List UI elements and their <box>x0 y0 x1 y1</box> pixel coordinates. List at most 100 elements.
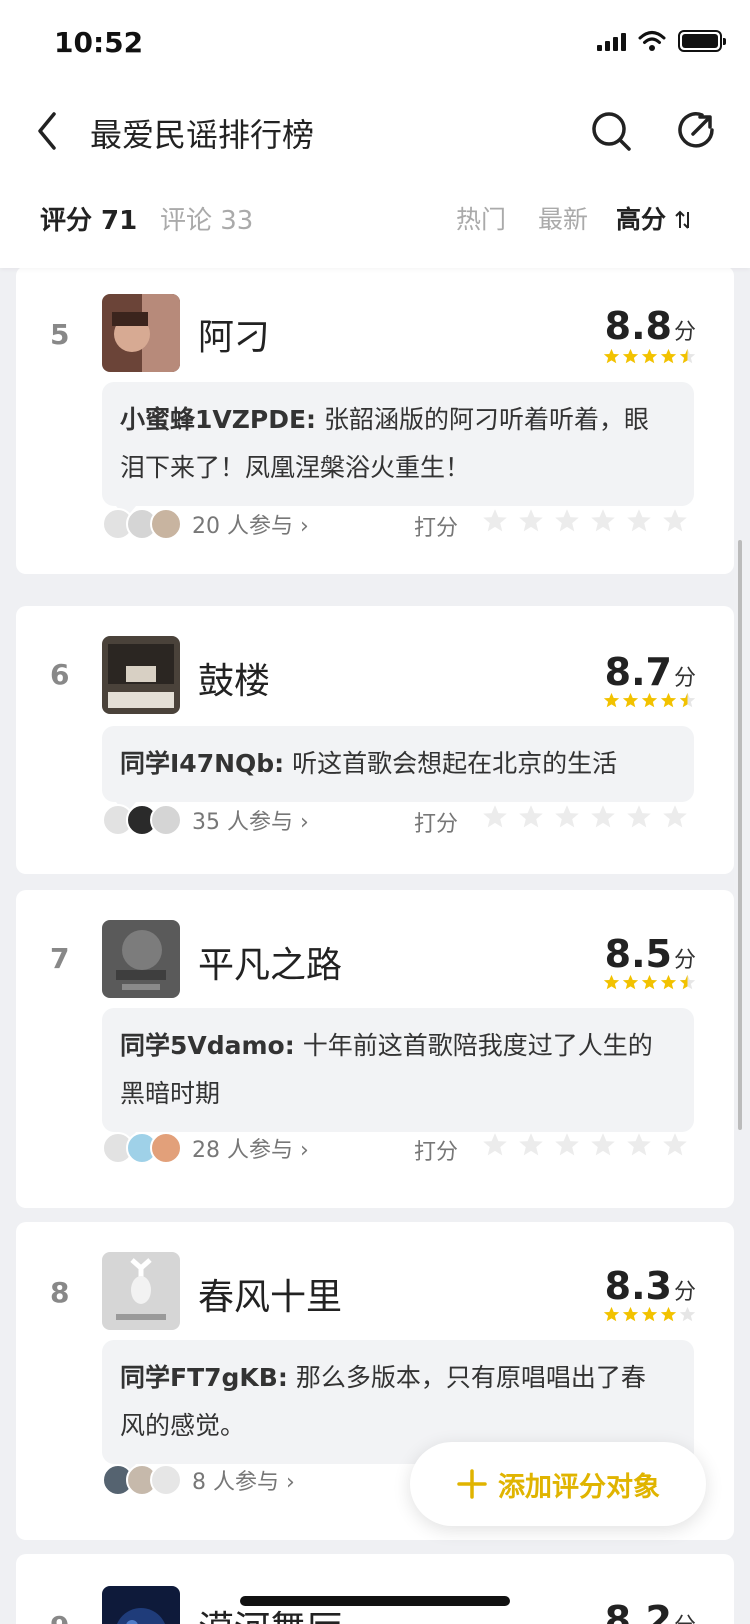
signal-icon <box>597 31 626 51</box>
rank-number: 8 <box>50 1276 70 1309</box>
star-half-icon <box>679 974 696 990</box>
comment-text: 听这首歌会想起在北京的生活 <box>292 749 618 778</box>
rank-number: 9 <box>50 1610 69 1624</box>
comment-text: 那么多版本，只有原唱唱出了春 <box>295 1363 646 1392</box>
rate-star-icon[interactable] <box>662 508 688 534</box>
rate-star-icon[interactable] <box>554 1132 580 1158</box>
star-half-icon <box>679 348 696 364</box>
star-full-icon <box>603 1306 620 1322</box>
album-cover[interactable] <box>102 920 180 998</box>
star-full-icon <box>641 1306 658 1322</box>
rate-star-icon[interactable] <box>626 508 652 534</box>
rate-star-icon[interactable] <box>590 508 616 534</box>
score-unit: 分 <box>673 948 696 973</box>
list-item[interactable]: 6 鼓楼 8.7分 同学I47NQb: 听这首歌会想起在北京的生活 35 人参与… <box>16 606 734 874</box>
score: 8.8分 <box>605 304 696 348</box>
rate-star-icon[interactable] <box>626 1132 652 1158</box>
star-full-icon <box>622 348 639 364</box>
rate-star-icon[interactable] <box>590 804 616 830</box>
list-item[interactable]: 9 漠河舞厅 8.2分 <box>16 1554 734 1624</box>
avatar-group <box>102 508 182 540</box>
song-title[interactable]: 鼓楼 <box>198 652 270 704</box>
comment-text: 泪下来了！凤凰涅槃浴火重生！ <box>120 453 471 482</box>
participants-count[interactable]: 35 人参与 › <box>192 804 309 836</box>
tab-comments[interactable]: 评论 33 <box>160 200 253 237</box>
list-item[interactable]: 5 阿刁 8.8分 小蜜蜂1VZPDE: 张韶涵版的阿刁听着听着，眼 泪下来了！… <box>16 266 734 574</box>
rate-stars[interactable] <box>482 804 688 830</box>
album-cover[interactable] <box>102 294 180 372</box>
comment-text: 黑暗时期 <box>120 1079 221 1108</box>
score: 8.2分 <box>605 1598 696 1624</box>
star-full-icon <box>603 974 620 990</box>
rate-star-icon[interactable] <box>590 1132 616 1158</box>
star-empty-icon <box>679 1306 696 1322</box>
comment-bubble[interactable]: 小蜜蜂1VZPDE: 张韶涵版的阿刁听着听着，眼 泪下来了！凤凰涅槃浴火重生！ <box>102 382 694 518</box>
share-icon[interactable] <box>676 110 718 152</box>
home-indicator[interactable] <box>240 1596 510 1606</box>
comment-text: 风的感觉。 <box>120 1411 246 1440</box>
rate-star-icon[interactable] <box>626 804 652 830</box>
status-icons <box>597 30 726 52</box>
sort-hot[interactable]: 热门 <box>456 200 506 236</box>
avatar-group <box>102 804 182 836</box>
add-rating-object-button[interactable]: 添加评分对象 <box>410 1442 706 1526</box>
participants-count[interactable]: 20 人参与 › <box>192 508 309 540</box>
list-item[interactable]: 7 平凡之路 8.5分 同学5Vdamo: 十年前这首歌陪我度过了人生的 黑暗时… <box>16 890 734 1208</box>
star-full-icon <box>603 348 620 364</box>
rate-star-icon[interactable] <box>482 1132 508 1158</box>
rate-star-icon[interactable] <box>662 804 688 830</box>
song-title[interactable]: 阿刁 <box>198 308 270 360</box>
scrollbar[interactable] <box>738 540 742 1130</box>
page-title: 最爱民谣排行榜 <box>90 116 315 154</box>
comment-bubble[interactable]: 同学5Vdamo: 十年前这首歌陪我度过了人生的 黑暗时期 <box>102 1008 694 1144</box>
avatar-group <box>102 1464 182 1496</box>
sort-high-score[interactable]: 高分 <box>616 200 693 236</box>
avatar <box>150 1464 182 1496</box>
comment-bubble[interactable]: 同学I47NQb: 听这首歌会想起在北京的生活 <box>102 726 694 814</box>
rate-star-icon[interactable] <box>518 804 544 830</box>
star-full-icon <box>603 692 620 708</box>
score: 8.5分 <box>605 932 696 976</box>
sort-high-score-label: 高分 <box>616 205 667 234</box>
rate-star-icon[interactable] <box>482 804 508 830</box>
album-cover[interactable] <box>102 636 180 714</box>
rate-star-icon[interactable] <box>518 508 544 534</box>
score-stars <box>603 1306 696 1323</box>
star-full-icon <box>641 692 658 708</box>
rate-star-icon[interactable] <box>662 1132 688 1158</box>
star-full-icon <box>622 974 639 990</box>
participants-row[interactable]: 8 人参与 › <box>102 1462 295 1498</box>
participants-row[interactable]: 20 人参与 › <box>102 506 309 542</box>
song-title[interactable]: 平凡之路 <box>198 936 342 988</box>
star-full-icon <box>641 974 658 990</box>
participants-row[interactable]: 28 人参与 › <box>102 1130 309 1166</box>
back-arrow-icon[interactable] <box>30 108 66 154</box>
wifi-icon <box>638 31 666 51</box>
song-title[interactable]: 春风十里 <box>198 1268 342 1320</box>
album-cover[interactable] <box>102 1586 180 1624</box>
score-value: 8.2 <box>604 1598 672 1624</box>
sort-order-icon <box>675 210 689 229</box>
rate-star-icon[interactable] <box>482 508 508 534</box>
album-cover[interactable] <box>102 1252 180 1330</box>
tab-ratings[interactable]: 评分 71 <box>40 200 137 237</box>
rate-stars[interactable] <box>482 1132 688 1158</box>
score-value: 8.5 <box>604 932 672 976</box>
status-time: 10:52 <box>54 26 144 59</box>
star-full-icon <box>622 1306 639 1322</box>
star-full-icon <box>660 1306 677 1322</box>
sort-newest[interactable]: 最新 <box>538 200 588 236</box>
rate-stars[interactable] <box>482 508 688 534</box>
participants-count[interactable]: 28 人参与 › <box>192 1132 309 1164</box>
participants-row[interactable]: 35 人参与 › <box>102 802 309 838</box>
score-unit: 分 <box>674 1614 696 1624</box>
search-icon[interactable] <box>590 110 632 152</box>
participants-count[interactable]: 8 人参与 › <box>192 1464 295 1496</box>
score-unit: 分 <box>673 666 696 691</box>
avatar <box>150 804 182 836</box>
score-value: 8.3 <box>604 1264 672 1308</box>
rate-star-icon[interactable] <box>554 804 580 830</box>
add-rating-object-label: 添加评分对象 <box>498 1471 660 1503</box>
rate-star-icon[interactable] <box>518 1132 544 1158</box>
rate-star-icon[interactable] <box>554 508 580 534</box>
